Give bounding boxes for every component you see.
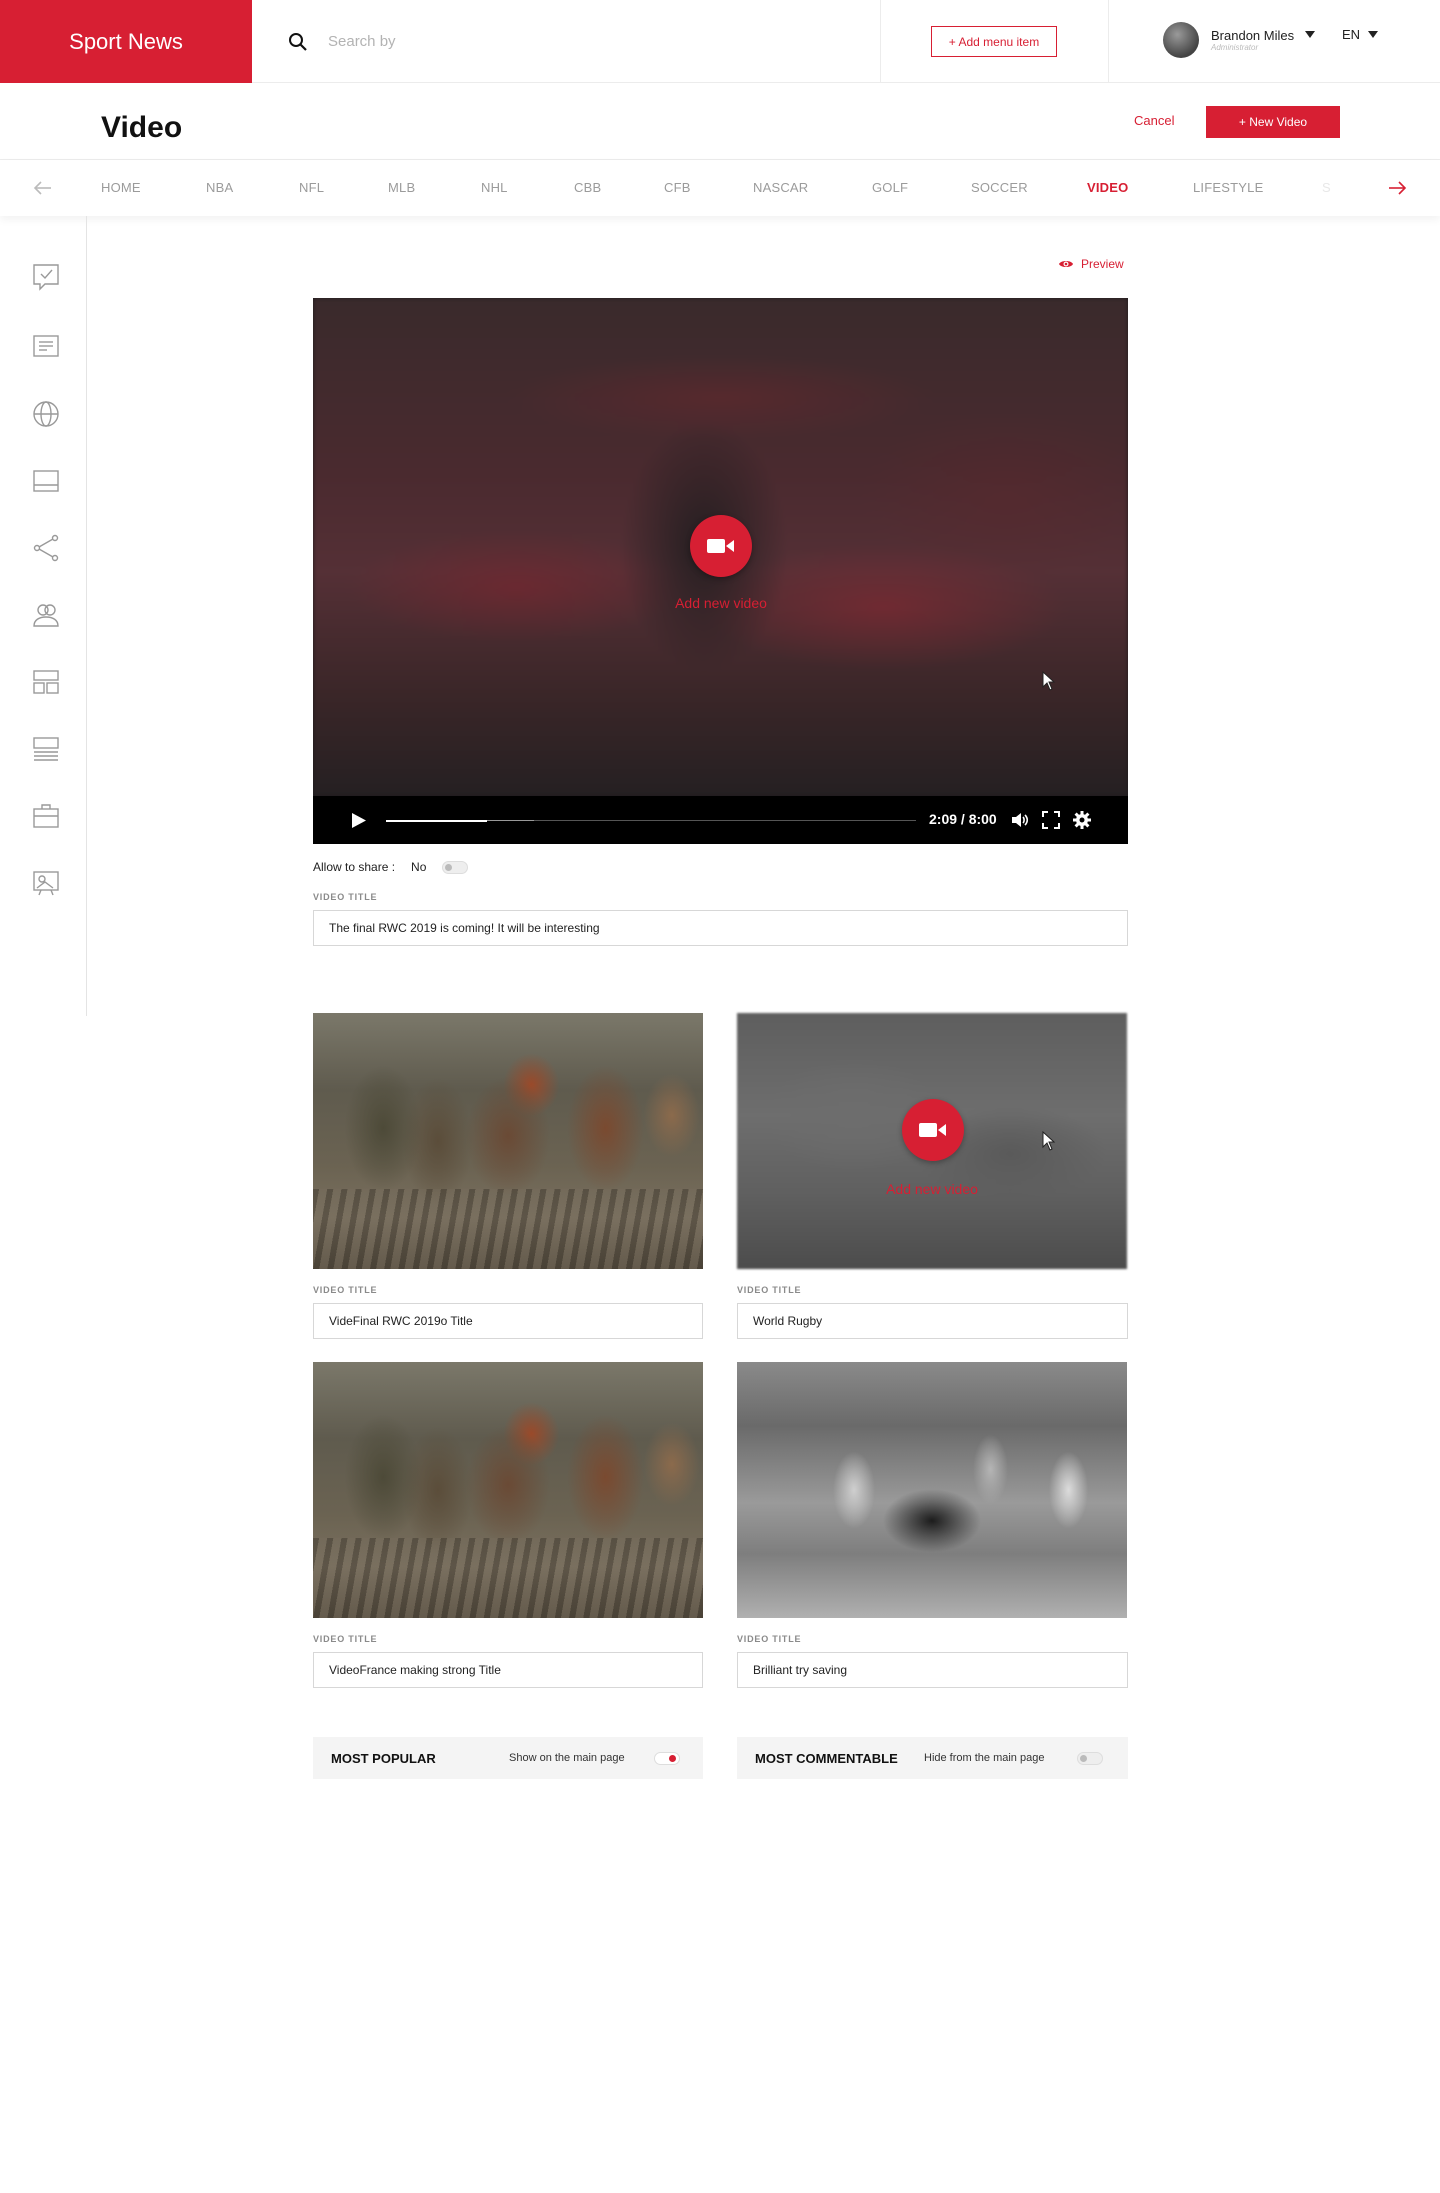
sidebar — [0, 216, 87, 1016]
search-input[interactable]: Search by — [328, 33, 396, 50]
arrow-right-icon[interactable] — [1384, 175, 1410, 201]
progress-bar[interactable] — [386, 819, 916, 822]
nav-item-video[interactable]: VIDEO — [1087, 180, 1128, 195]
new-video-button[interactable]: + New Video — [1206, 106, 1340, 138]
briefcase-icon[interactable] — [31, 801, 61, 831]
add-video-button[interactable] — [902, 1099, 964, 1161]
gallery-icon[interactable] — [31, 868, 61, 898]
video-camera-icon — [919, 1123, 946, 1137]
share-icon[interactable] — [31, 533, 61, 563]
video-title-label: VIDEO TITLE — [737, 1634, 802, 1644]
article-icon[interactable] — [31, 331, 61, 361]
video-thumbnail[interactable] — [313, 1362, 703, 1618]
video-thumbnail[interactable] — [313, 1013, 703, 1269]
divider — [880, 0, 881, 83]
add-new-video-label[interactable]: Add new video — [852, 1181, 1012, 1197]
chevron-down-icon[interactable] — [1305, 31, 1315, 38]
most-commentable-card: MOST COMMENTABLE Hide from the main page — [737, 1737, 1128, 1779]
language-select[interactable]: EN — [1342, 27, 1379, 42]
nav-item-golf[interactable]: GOLF — [872, 180, 908, 195]
show-on-main-toggle[interactable] — [654, 1752, 680, 1765]
share-toggle[interactable] — [442, 860, 469, 874]
user-menu[interactable]: Brandon Miles Administrator — [1163, 22, 1294, 58]
list-icon[interactable] — [31, 734, 61, 764]
video-title-input[interactable]: World Rugby — [737, 1303, 1128, 1339]
share-value: No — [411, 860, 427, 874]
globe-icon[interactable] — [31, 399, 61, 429]
progress-fill — [386, 819, 487, 822]
user-name: Brandon Miles — [1211, 28, 1295, 43]
settings-gear-icon[interactable] — [1072, 810, 1092, 830]
arrow-left-icon[interactable] — [30, 175, 56, 201]
add-video-button[interactable] — [690, 515, 752, 577]
nav-item-overflow[interactable]: S — [1322, 180, 1331, 195]
video-title-label: VIDEO TITLE — [737, 1285, 802, 1295]
nav-item-cbb[interactable]: CBB — [574, 180, 601, 195]
section-toggle-label: Hide from the main page — [924, 1752, 1045, 1764]
mouse-cursor-icon — [1042, 1131, 1056, 1151]
preview-label: Preview — [1081, 257, 1124, 271]
layout-icon[interactable] — [31, 466, 61, 496]
divider — [1108, 0, 1109, 83]
share-label: Allow to share : — [313, 860, 396, 874]
video-title-label: VIDEO TITLE — [313, 1285, 378, 1295]
video-controls: 2:09 / 8:00 — [313, 796, 1128, 844]
nav-item-mlb[interactable]: MLB — [388, 180, 415, 195]
nav-item-lifestyle[interactable]: LIFESTYLE — [1193, 180, 1263, 195]
section-toggle-label: Show on the main page — [509, 1752, 625, 1764]
grid-icon[interactable] — [31, 667, 61, 697]
users-icon[interactable] — [31, 600, 61, 630]
page-title: Video — [101, 111, 183, 144]
cancel-button[interactable]: Cancel — [1134, 113, 1174, 128]
video-thumbnail[interactable] — [737, 1362, 1127, 1618]
eye-icon — [1059, 261, 1073, 267]
title-bar: Video Cancel + New Video — [0, 83, 1440, 160]
video-title-input[interactable]: VideFinal RWC 2019o Title — [313, 1303, 703, 1339]
section-title: MOST COMMENTABLE — [755, 1750, 898, 1766]
time-display: 2:09 / 8:00 — [929, 811, 997, 827]
share-setting: Allow to share : No — [313, 860, 469, 874]
main-video-player[interactable]: Add new video 2:09 / 8:00 — [313, 298, 1128, 844]
language-value: EN — [1342, 27, 1361, 42]
volume-icon[interactable] — [1010, 810, 1030, 830]
search-icon — [289, 32, 307, 51]
video-title-input[interactable]: Brilliant try saving — [737, 1652, 1128, 1688]
video-title-label: VIDEO TITLE — [313, 1634, 378, 1644]
category-nav: HOME NBA NFL MLB NHL CBB CFB NASCAR GOLF… — [0, 160, 1440, 216]
section-title: MOST POPULAR — [331, 1750, 436, 1766]
avatar[interactable] — [1163, 22, 1199, 58]
add-new-video-label[interactable]: Add new video — [641, 595, 801, 611]
video-title-label: VIDEO TITLE — [313, 892, 378, 902]
nav-item-cfb[interactable]: CFB — [664, 180, 691, 195]
nav-item-nba[interactable]: NBA — [206, 180, 233, 195]
nav-item-home[interactable]: HOME — [101, 180, 141, 195]
nav-item-soccer[interactable]: SOCCER — [971, 180, 1028, 195]
most-popular-card: MOST POPULAR Show on the main page — [313, 1737, 703, 1779]
hide-from-main-toggle[interactable] — [1077, 1752, 1103, 1765]
search-box[interactable]: Search by — [288, 0, 396, 83]
add-menu-item-button[interactable]: + Add menu item — [931, 26, 1057, 57]
nav-item-nhl[interactable]: NHL — [481, 180, 508, 195]
checklist-icon[interactable] — [31, 262, 61, 292]
mouse-cursor-icon — [1042, 671, 1056, 691]
preview-link[interactable]: Preview — [1058, 257, 1124, 271]
nav-item-nfl[interactable]: NFL — [299, 180, 324, 195]
video-camera-icon — [707, 539, 734, 553]
video-title-input[interactable]: VideoFrance making strong Title — [313, 1652, 703, 1688]
video-title-input[interactable]: The final RWC 2019 is coming! It will be… — [313, 910, 1128, 946]
top-bar: Sport News Search by + Add menu item Bra… — [0, 0, 1440, 83]
nav-item-nascar[interactable]: NASCAR — [753, 180, 808, 195]
chevron-down-icon — [1368, 31, 1379, 38]
brand-logo[interactable]: Sport News — [0, 0, 252, 83]
fullscreen-icon[interactable] — [1041, 810, 1061, 830]
user-role: Administrator — [1211, 43, 1259, 52]
play-icon[interactable] — [351, 812, 367, 829]
